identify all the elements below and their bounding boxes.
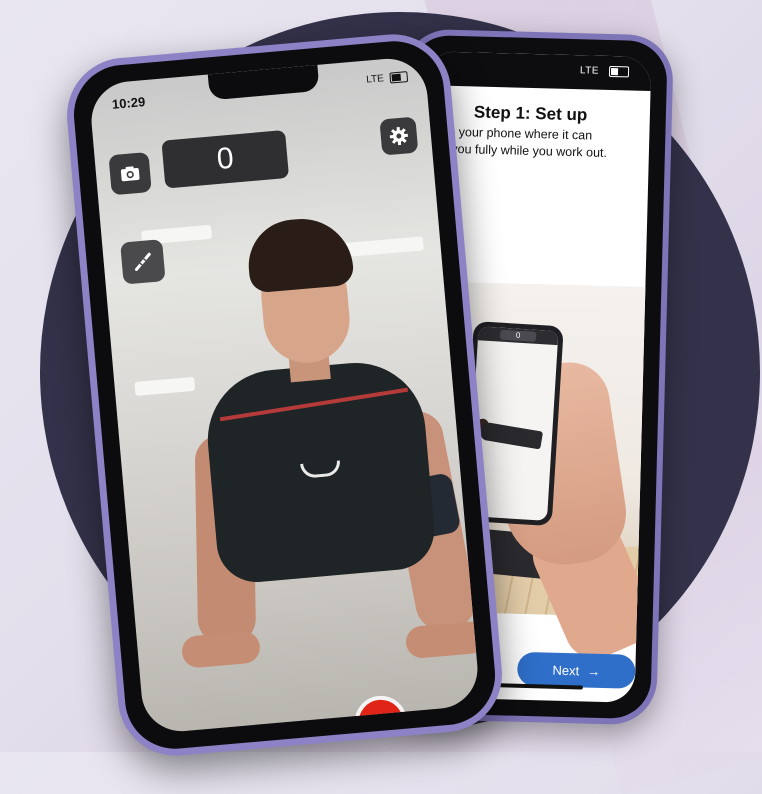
- mini-rep-counter: 0: [499, 329, 537, 342]
- switch-camera-button[interactable]: [108, 151, 152, 196]
- battery-icon: [389, 71, 409, 84]
- status-time: 10:29: [111, 94, 146, 112]
- rep-counter: 0: [161, 129, 290, 189]
- person-hair: [244, 214, 355, 294]
- camera-view: 10:29 LTE 0: [88, 55, 481, 735]
- phone-notch: [207, 64, 320, 101]
- status-bar: LTE: [424, 51, 652, 92]
- measure-button[interactable]: [120, 239, 166, 285]
- mini-person-body: [478, 421, 544, 450]
- ruler-icon: [134, 252, 151, 271]
- battery-icon: [608, 65, 630, 78]
- arrow-right-icon: →: [586, 663, 601, 679]
- step-description: up your phone where it can e you fully w…: [441, 124, 642, 163]
- workout-phone-bezel: 10:29 LTE 0: [69, 37, 500, 753]
- person-right-hand: [404, 620, 481, 660]
- network-indicator: LTE: [365, 73, 385, 86]
- network-indicator: LTE: [579, 65, 600, 77]
- next-button-label: Next: [552, 662, 580, 678]
- record-button[interactable]: [352, 693, 410, 735]
- step-title: Step 1: Set up: [473, 102, 588, 125]
- settings-button[interactable]: [379, 116, 419, 156]
- person-left-hand: [180, 630, 262, 669]
- workout-person: [140, 195, 481, 689]
- mini-phone-toolbar: 0: [477, 326, 559, 346]
- camera-icon: [120, 166, 140, 182]
- workout-phone: 10:29 LTE 0: [62, 29, 507, 761]
- gear-icon: [389, 126, 408, 146]
